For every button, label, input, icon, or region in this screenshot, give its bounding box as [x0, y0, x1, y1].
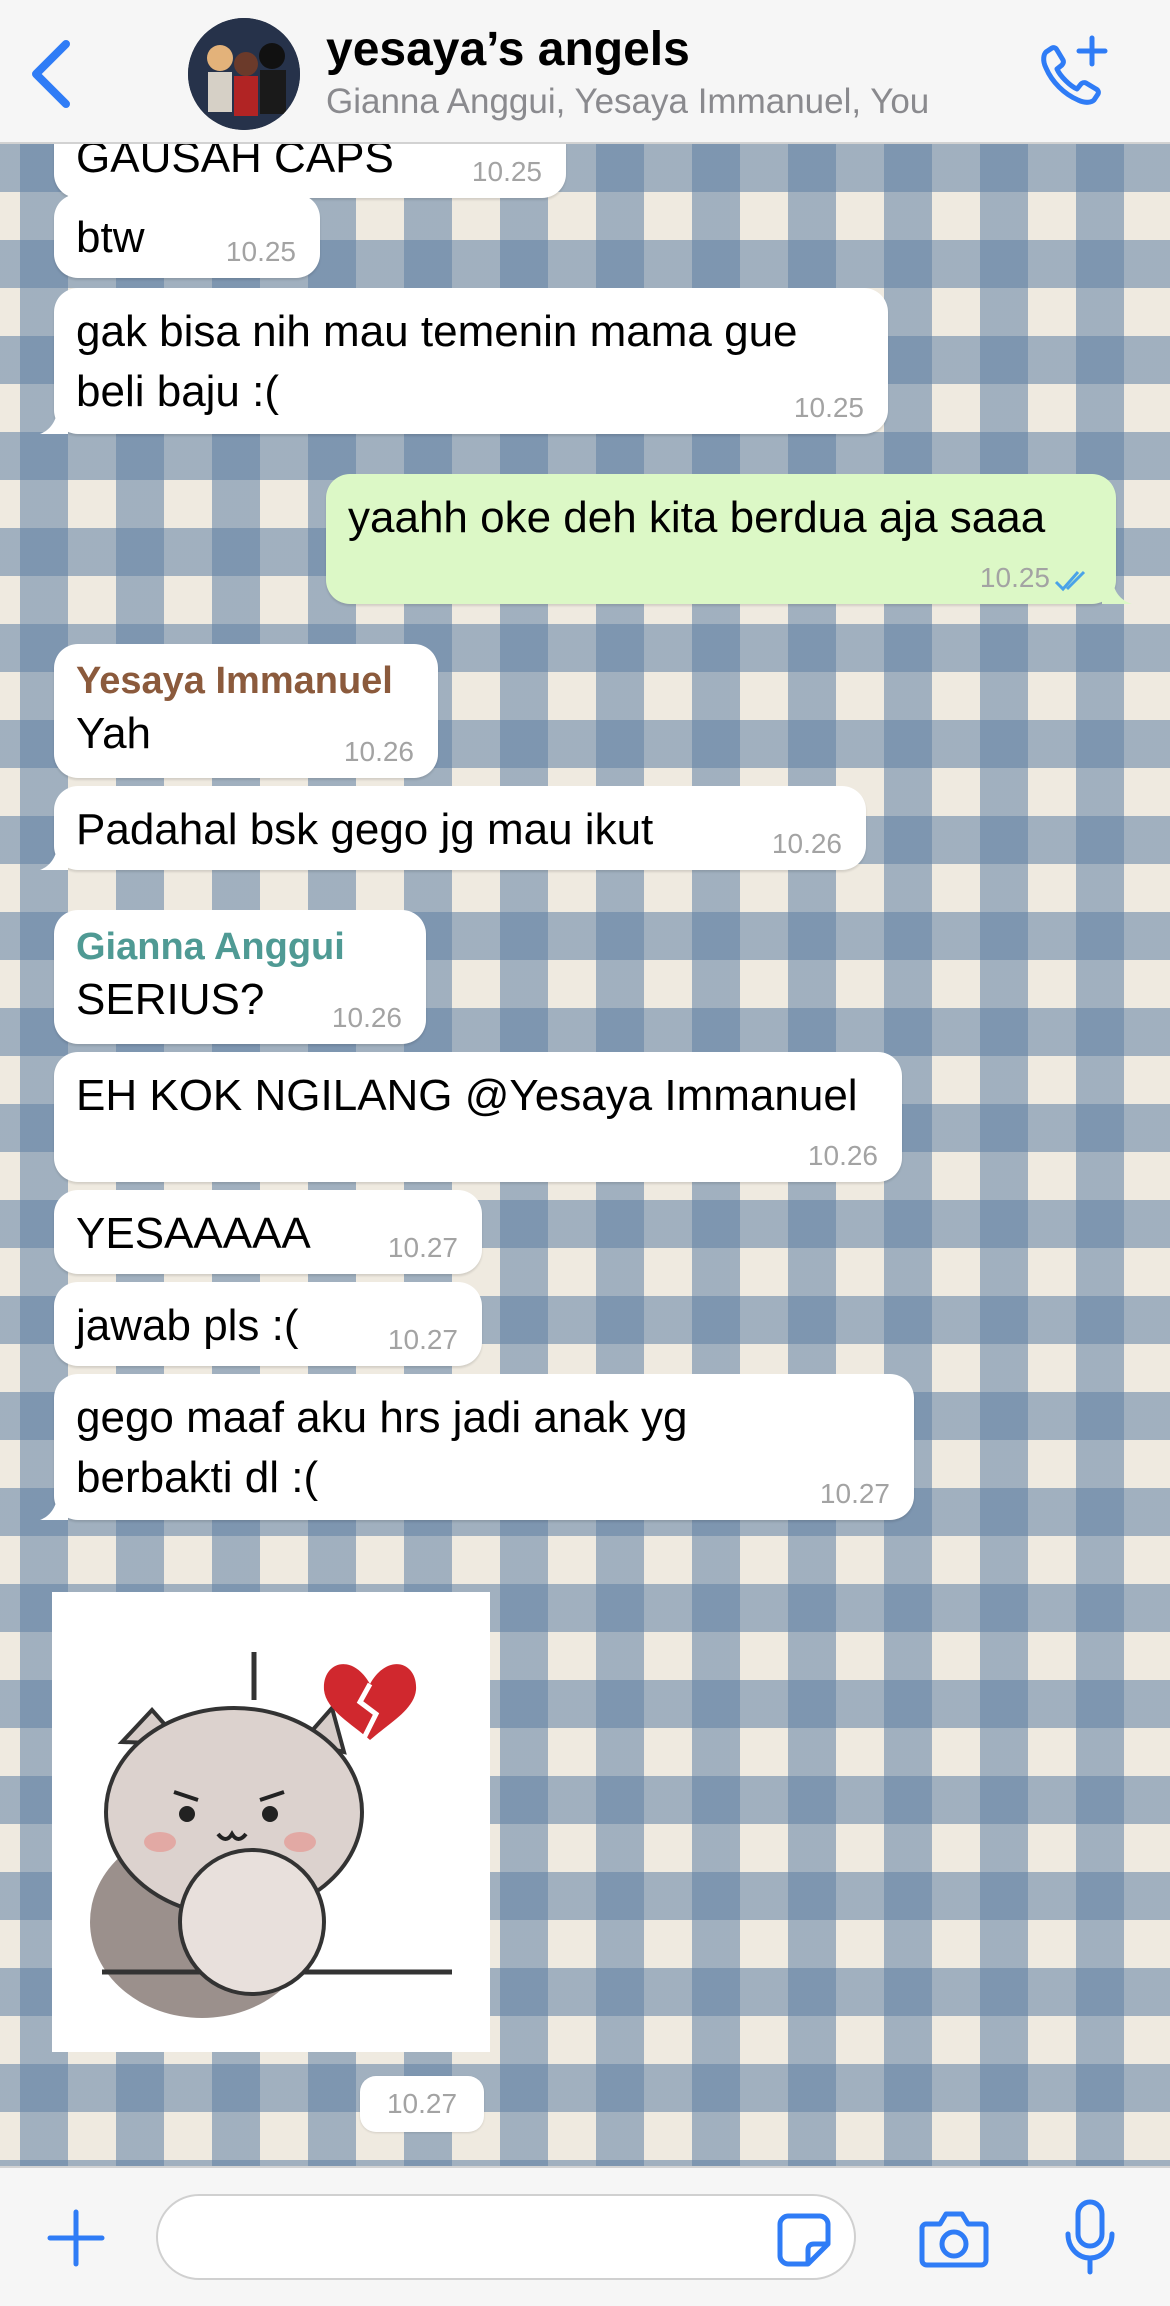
message-time: 10.27	[387, 1324, 458, 1355]
microphone-button[interactable]	[1060, 2198, 1120, 2278]
message-time: 10.26	[807, 1140, 878, 1171]
message-text: gak bisa nih mau temenin mama gue beli b…	[76, 307, 798, 416]
chat-header: yesaya’s angels Gianna Anggui, Yesaya Im…	[0, 0, 1170, 144]
message-text: EH KOK NGILANG @Yesaya Immanuel	[76, 1071, 858, 1120]
message-time: 10.26	[771, 828, 842, 859]
message-bubble[interactable]: Gianna Anggui SERIUS? 10.26	[54, 910, 426, 1044]
microphone-icon	[1065, 2199, 1115, 2275]
compose-bar	[0, 2166, 1170, 2306]
attach-button[interactable]	[44, 2206, 108, 2270]
message-text: yaahh oke deh kita berdua aja saaa	[348, 493, 1046, 542]
chat-title[interactable]: yesaya’s angels	[326, 22, 690, 77]
message-bubble[interactable]: gego maaf aku hrs jadi anak yg berbakti …	[40, 1374, 914, 1520]
sender-name[interactable]: Yesaya Immanuel	[76, 658, 416, 704]
message-bubble[interactable]: YESAAAAA 10.27	[54, 1190, 482, 1274]
sticker-button[interactable]	[774, 2210, 834, 2270]
message-list[interactable]: GAUSAH CAPS 10.25 btw 10.25 gak bisa nih…	[0, 142, 1170, 2166]
phone-plus-icon	[1041, 35, 1108, 105]
sticker-icon	[777, 2213, 831, 2267]
message-bubble[interactable]: btw 10.25	[54, 194, 320, 278]
read-ticks-icon	[1054, 570, 1086, 592]
message-time: 10.27	[819, 1478, 890, 1509]
message-time: 10.25	[471, 156, 542, 187]
message-input[interactable]	[156, 2194, 856, 2280]
bubble-tail	[40, 408, 68, 434]
chevron-left-icon	[32, 40, 70, 108]
message-bubble[interactable]: Padahal bsk gego jg mau ikut 10.26	[40, 786, 866, 870]
message-bubble[interactable]: Yesaya Immanuel Yah 10.26	[54, 644, 438, 778]
plus-icon	[47, 2209, 105, 2267]
message-time: 10.26	[343, 736, 414, 767]
camera-icon	[919, 2211, 989, 2268]
chat-participants[interactable]: Gianna Anggui, Yesaya Immanuel, You	[326, 82, 929, 122]
bubble-tail	[1102, 578, 1132, 604]
add-call-button[interactable]	[1032, 34, 1112, 114]
message-text: Padahal bsk gego jg mau ikut	[76, 805, 654, 854]
sticker-time: 10.27	[360, 2076, 484, 2132]
sad-cat-broken-heart-sticker-icon	[52, 1592, 490, 2052]
message-time: 10.25	[225, 236, 296, 267]
bubble-tail	[40, 844, 68, 870]
message-time: 10.26	[331, 1002, 402, 1033]
message-bubble[interactable]: GAUSAH CAPS 10.25	[54, 142, 566, 198]
message-bubble-outgoing[interactable]: yaahh oke deh kita berdua aja saaa 10.25	[326, 474, 1132, 604]
sender-name[interactable]: Gianna Anggui	[76, 924, 404, 970]
group-avatar[interactable]	[188, 18, 300, 130]
bubble-tail	[40, 1494, 68, 1520]
message-bubble[interactable]: EH KOK NGILANG @Yesaya Immanuel 10.26	[54, 1052, 902, 1182]
camera-button[interactable]	[918, 2208, 990, 2270]
sad-cat-sticker[interactable]	[52, 1592, 490, 2052]
message-bubble[interactable]: jawab pls :( 10.27	[54, 1282, 482, 1366]
message-time: 10.27	[387, 1232, 458, 1263]
message-text: gego maaf aku hrs jadi anak yg berbakti …	[76, 1393, 688, 1502]
message-time: 10.25	[793, 392, 864, 423]
message-time: 10.25	[979, 562, 1050, 593]
message-bubble[interactable]: gak bisa nih mau temenin mama gue beli b…	[40, 288, 888, 434]
back-button[interactable]	[22, 34, 82, 114]
